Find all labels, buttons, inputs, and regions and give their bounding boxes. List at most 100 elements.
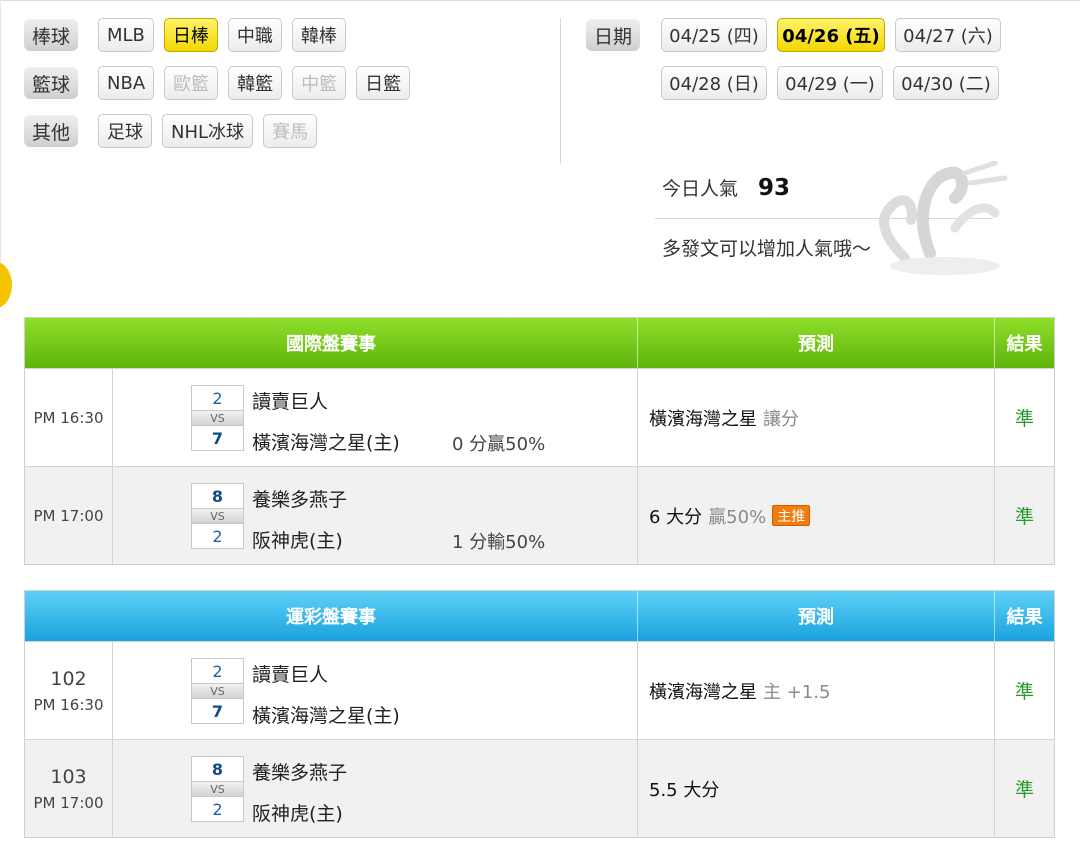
home-team[interactable]: 橫濱海灣之星(主) bbox=[252, 428, 400, 455]
home-score: 7 bbox=[211, 701, 224, 721]
prediction-pick: 6 大分 bbox=[649, 506, 703, 528]
home-team[interactable]: 阪神虎(主) bbox=[252, 799, 343, 826]
prediction-pick: 橫濱海灣之星 bbox=[649, 408, 757, 430]
mascot-decoration-icon bbox=[879, 160, 1008, 275]
away-team[interactable]: 養樂多燕子 bbox=[252, 758, 347, 785]
popularity-tip: 多發文可以增加人氣哦～ bbox=[662, 238, 872, 260]
category-label-baseball: 棒球 bbox=[24, 19, 78, 51]
category-label-basketball: 籃球 bbox=[24, 67, 78, 99]
home-score: 7 bbox=[211, 428, 224, 448]
chip-euro-basketball: 歐籃 bbox=[164, 66, 219, 100]
match-cell: 8 VS 2 養樂多燕子 阪神虎(主) 1 分輸50% bbox=[113, 467, 638, 564]
header-prediction: 預測 bbox=[638, 591, 995, 641]
away-team[interactable]: 養樂多燕子 bbox=[252, 485, 347, 512]
time-cell: PM 16:30 bbox=[25, 369, 113, 466]
match-cell: 2 VS 7 讀賣巨人 橫濱海灣之星(主) 0 分贏50% bbox=[113, 369, 638, 466]
table-row: 102 PM 16:30 2 VS 7 讀賣巨人 橫濱海灣之星(主) 橫濱海灣之… bbox=[25, 641, 1054, 739]
date-chip-0425[interactable]: 04/25 (四) bbox=[661, 18, 767, 52]
header-result: 結果 bbox=[1006, 607, 1043, 628]
home-score: 2 bbox=[212, 799, 223, 819]
time-cell: PM 17:00 bbox=[25, 467, 113, 564]
header-prediction: 預測 bbox=[638, 318, 995, 368]
prediction-cell: 6 大分 贏50% 主推 bbox=[638, 467, 995, 564]
away-team[interactable]: 讀賣巨人 bbox=[252, 387, 328, 414]
prediction-note: 贏50% bbox=[708, 506, 767, 528]
score-box: 2 VS 7 bbox=[191, 658, 244, 724]
date-chip-0426[interactable]: 04/26 (五) bbox=[777, 18, 885, 52]
match-cell: 8 VS 2 養樂多燕子 阪神虎(主) bbox=[113, 740, 638, 837]
game-time: PM 17:00 bbox=[33, 506, 104, 525]
score-box: 2 VS 7 bbox=[191, 385, 244, 451]
home-team[interactable]: 阪神虎(主) bbox=[252, 526, 343, 553]
popularity-label: 今日人氣 bbox=[662, 178, 739, 200]
featured-pick-badge: 主推 bbox=[772, 505, 811, 526]
game-number: 103 bbox=[50, 765, 87, 788]
prediction-cell: 橫濱海灣之星 讓分 bbox=[638, 369, 995, 466]
international-odds-table: 國際盤賽事 預測 結果 PM 16:30 2 VS 7 讀賣巨人 橫濱海灣之星(… bbox=[24, 317, 1055, 565]
other-filter-row: 其他 足球 NHL冰球 賽馬 bbox=[24, 114, 327, 148]
prediction-note: 讓分 bbox=[763, 408, 799, 430]
game-time: PM 17:00 bbox=[33, 793, 104, 812]
side-tab-handle[interactable] bbox=[0, 262, 12, 308]
international-table-header: 國際盤賽事 預測 結果 bbox=[25, 318, 1054, 368]
chip-cpbl[interactable]: 中職 bbox=[227, 18, 282, 52]
score-box: 8 VS 2 bbox=[191, 756, 244, 822]
chip-korea-basketball[interactable]: 韓籃 bbox=[228, 66, 283, 100]
popularity-row: 今日人氣 93 bbox=[662, 174, 790, 201]
vs-label: VS bbox=[192, 410, 243, 426]
home-score: 2 bbox=[212, 526, 223, 546]
away-team[interactable]: 讀賣巨人 bbox=[252, 660, 328, 687]
baseball-filter-row: 棒球 MLB 日棒 中職 韓棒 bbox=[24, 18, 356, 52]
prediction-pick: 橫濱海灣之星 bbox=[649, 681, 757, 703]
sports-lottery-table: 運彩盤賽事 預測 結果 102 PM 16:30 2 VS 7 讀賣巨人 橫濱海… bbox=[24, 590, 1055, 838]
game-time: PM 16:30 bbox=[33, 408, 104, 427]
vs-label: VS bbox=[192, 508, 243, 524]
game-time: PM 16:30 bbox=[33, 695, 104, 714]
chip-japan-basketball[interactable]: 日籃 bbox=[356, 66, 411, 100]
result-cell: 準 bbox=[1014, 681, 1034, 703]
away-score: 2 bbox=[212, 388, 223, 408]
basketball-filter-row: 籃球 NBA 歐籃 韓籃 中籃 日籃 bbox=[24, 66, 420, 100]
chip-npb[interactable]: 日棒 bbox=[163, 18, 218, 52]
match-cell: 2 VS 7 讀賣巨人 橫濱海灣之星(主) bbox=[113, 642, 638, 739]
popularity-value: 93 bbox=[758, 175, 791, 201]
vs-label: VS bbox=[192, 781, 243, 797]
date-chip-0428[interactable]: 04/28 (日) bbox=[661, 66, 767, 100]
away-score: 8 bbox=[211, 759, 224, 779]
vs-label: VS bbox=[192, 683, 243, 699]
header-game: 運彩盤賽事 bbox=[25, 591, 638, 641]
date-chip-0430[interactable]: 04/30 (二) bbox=[893, 66, 999, 100]
prediction-note: 主 +1.5 bbox=[763, 681, 831, 703]
date-label: 日期 bbox=[586, 19, 640, 51]
result-cell: 準 bbox=[1014, 779, 1034, 801]
filter-divider bbox=[560, 18, 561, 164]
sports-lottery-table-header: 運彩盤賽事 預測 結果 bbox=[25, 591, 1054, 641]
table-row: 103 PM 17:00 8 VS 2 養樂多燕子 阪神虎(主) 5.5 大分 … bbox=[25, 739, 1054, 837]
category-label-other: 其他 bbox=[24, 115, 78, 147]
chip-china-basketball: 中籃 bbox=[292, 66, 347, 100]
table-row: PM 16:30 2 VS 7 讀賣巨人 橫濱海灣之星(主) 0 分贏50% 橫… bbox=[25, 368, 1054, 466]
date-picker: 04/25 (四) 04/26 (五) 04/27 (六) 04/28 (日) … bbox=[661, 18, 1011, 114]
prediction-pick: 5.5 大分 bbox=[649, 779, 720, 801]
table-row: PM 17:00 8 VS 2 養樂多燕子 阪神虎(主) 1 分輸50% 6 大… bbox=[25, 466, 1054, 564]
score-box: 8 VS 2 bbox=[191, 483, 244, 549]
header-game: 國際盤賽事 bbox=[25, 318, 638, 368]
left-border bbox=[0, 0, 1, 300]
chip-nhl[interactable]: NHL冰球 bbox=[162, 114, 254, 148]
result-cell: 準 bbox=[1014, 506, 1034, 528]
date-chip-0427[interactable]: 04/27 (六) bbox=[895, 18, 1001, 52]
result-cell: 準 bbox=[1014, 408, 1034, 430]
date-chip-0429[interactable]: 04/29 (一) bbox=[777, 66, 883, 100]
time-cell: 102 PM 16:30 bbox=[25, 642, 113, 739]
prediction-cell: 橫濱海灣之星 主 +1.5 bbox=[638, 642, 995, 739]
chip-nba[interactable]: NBA bbox=[98, 66, 155, 100]
chip-kbo[interactable]: 韓棒 bbox=[291, 18, 346, 52]
header-result: 結果 bbox=[1006, 334, 1043, 355]
chip-soccer[interactable]: 足球 bbox=[98, 114, 152, 148]
home-team[interactable]: 橫濱海灣之星(主) bbox=[252, 701, 400, 728]
away-score: 2 bbox=[212, 661, 223, 681]
chip-mlb[interactable]: MLB bbox=[98, 18, 154, 52]
game-number: 102 bbox=[50, 667, 87, 690]
away-score: 8 bbox=[211, 486, 224, 506]
top-border bbox=[0, 0, 1080, 1]
